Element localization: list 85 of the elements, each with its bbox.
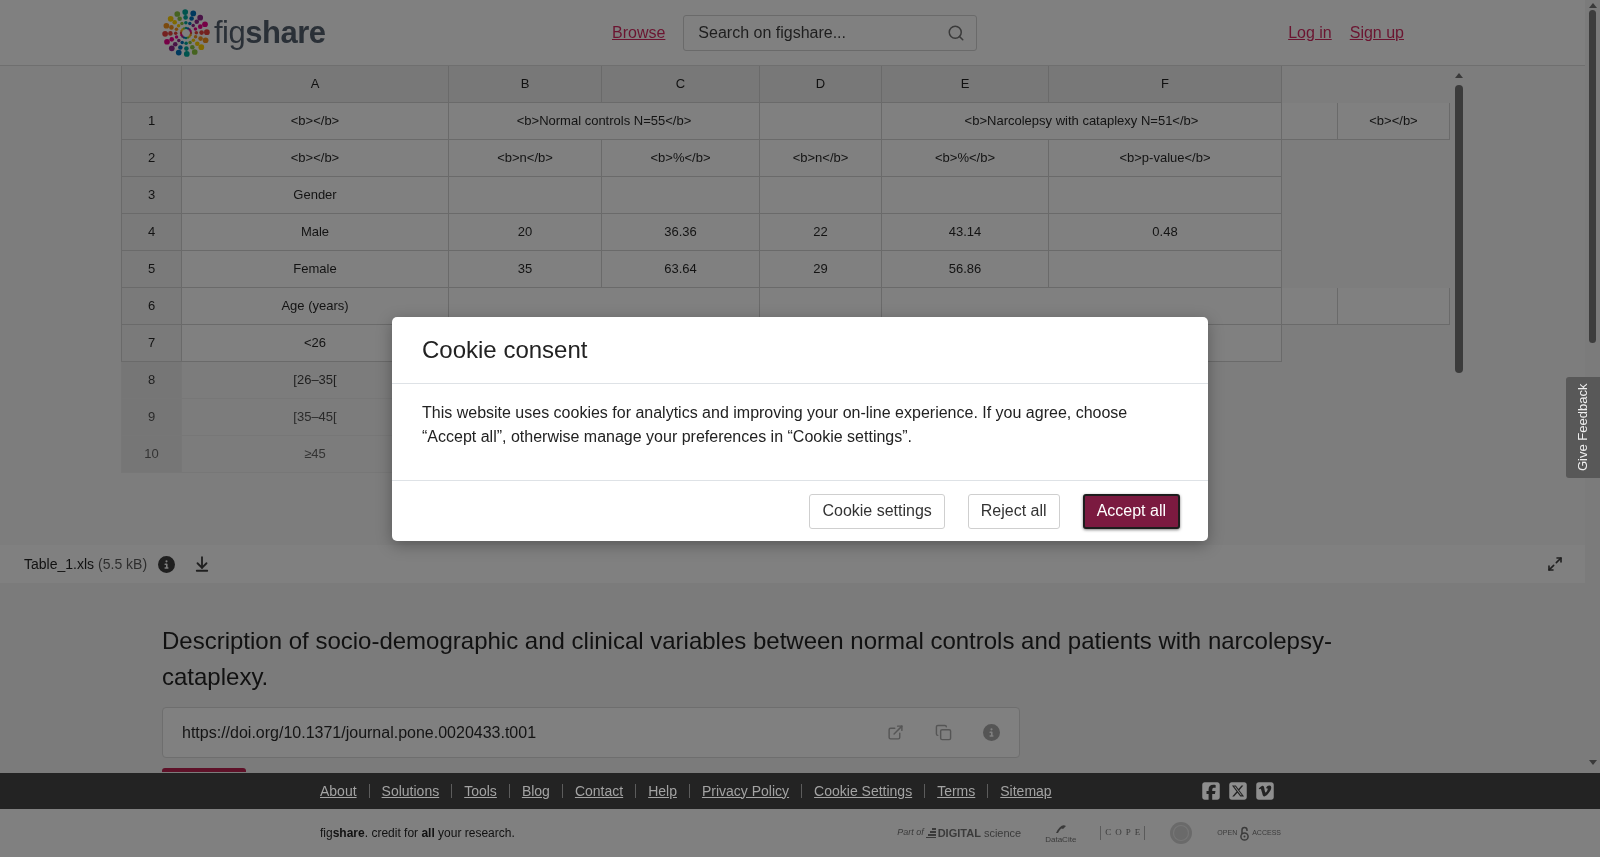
column-header[interactable]: F — [1049, 66, 1282, 103]
external-link-icon[interactable] — [887, 724, 904, 741]
info-icon[interactable] — [983, 724, 1000, 741]
doi-link[interactable]: https://doi.org/10.1371/journal.pone.0020433.t001 — [182, 720, 537, 745]
table-cell: 0.48 — [1049, 214, 1282, 251]
logo-text[interactable]: figshare — [214, 17, 326, 48]
copy-icon[interactable] — [935, 724, 952, 741]
footer-link[interactable]: Solutions — [381, 780, 440, 802]
table-cell: <b>Normal controls N=55</b> — [449, 103, 760, 140]
table-cell: <b></b> — [182, 140, 449, 177]
logo-icon[interactable] — [162, 8, 210, 57]
row-number[interactable]: 4 — [121, 214, 182, 251]
row-number[interactable]: 2 — [121, 140, 182, 177]
row-number[interactable]: 5 — [121, 251, 182, 288]
scrollbar-thumb[interactable] — [1589, 10, 1596, 343]
footer-link[interactable]: Privacy Policy — [701, 780, 790, 802]
column-header[interactable]: A — [182, 66, 449, 103]
table-cell: Female — [182, 251, 449, 288]
partner-logo-text[interactable]: DIGITAL science — [937, 824, 1022, 842]
row-number[interactable]: 1 — [121, 103, 182, 140]
table-cell: <b>n</b> — [449, 140, 602, 177]
dialog-button[interactable]: Reject all — [967, 493, 1060, 529]
table-cell: 35 — [449, 251, 602, 288]
column-header[interactable]: D — [760, 66, 882, 103]
footer-link[interactable]: Blog — [521, 780, 550, 802]
caret-up-icon[interactable] — [1455, 73, 1463, 78]
file-name: Table_1.xls — [24, 554, 95, 574]
footer-link[interactable]: About — [320, 780, 357, 802]
column-header[interactable]: B — [449, 66, 602, 103]
partner-logo-text[interactable]: COPE — [1100, 826, 1146, 840]
table-cell: 20 — [449, 214, 602, 251]
file-size: (5.5 kB) — [98, 554, 148, 574]
row-number[interactable]: 10 — [121, 436, 182, 473]
caret-up-icon[interactable] — [1588, 3, 1597, 8]
column-header[interactable]: C — [602, 66, 760, 103]
row-number[interactable]: 9 — [121, 399, 182, 436]
table-cell: <b>%</b> — [602, 140, 760, 177]
tagline: figshare. credit for all your research. — [320, 825, 515, 842]
partner-logo-text[interactable]: Part of — [897, 826, 924, 840]
partner-logo-text[interactable]: DataCite — [1045, 834, 1077, 844]
row-number[interactable]: 3 — [121, 177, 182, 214]
table-cell: 63.64 — [602, 251, 760, 288]
scrollbar-thumb[interactable] — [1455, 85, 1463, 373]
search-icon[interactable] — [947, 23, 966, 42]
item-title: Description of socio-demographic and clinical variables between normal controls and patients with narcolepsy-cataplexy. — [162, 626, 1333, 692]
feedback-tab[interactable]: Give Feedback — [1566, 377, 1600, 478]
table-cell: Male — [182, 214, 449, 251]
table-cell: <b>%</b> — [882, 140, 1049, 177]
footer-link[interactable]: Contact — [574, 780, 624, 802]
table-cell: <b></b> — [1338, 103, 1450, 140]
footer-link[interactable]: Cookie Settings — [814, 780, 913, 802]
footer-link[interactable]: Tools — [464, 780, 497, 802]
fullscreen-icon[interactable] — [1547, 556, 1563, 572]
table-cell: 29 — [760, 251, 882, 288]
table-cell: <b>n</b> — [760, 140, 882, 177]
facebook-icon[interactable] — [1201, 781, 1221, 801]
table-cell: 36.36 — [602, 214, 760, 251]
table-cell: 56.86 — [882, 251, 1049, 288]
caret-down-icon[interactable] — [1588, 760, 1597, 765]
accept-button[interactable]: Accept all — [1082, 493, 1180, 529]
stacked-bars-logo-icon[interactable] — [925, 828, 936, 838]
table-cell: <b>Narcolepsy with cataplexy N=51</b> — [882, 103, 1282, 140]
footer-link[interactable]: Sitemap — [1000, 780, 1052, 802]
table-cell: Gender — [182, 177, 449, 214]
table-cell: <b>p-value</b> — [1049, 140, 1282, 177]
auth-link[interactable]: Log in — [1288, 20, 1332, 45]
vimeo-icon[interactable] — [1255, 781, 1275, 801]
x-icon[interactable] — [1228, 781, 1248, 801]
dialog-button[interactable]: Cookie settings — [809, 493, 945, 529]
row-number[interactable]: 7 — [121, 325, 182, 362]
footer-link[interactable]: Help — [648, 780, 677, 802]
table-cell: 43.14 — [882, 214, 1049, 251]
open-padlock-icon[interactable] — [1239, 825, 1251, 841]
footer-link[interactable]: Terms — [937, 780, 976, 802]
browse-link[interactable]: Browse — [612, 20, 666, 45]
table-cell: <b></b> — [182, 103, 449, 140]
auth-link[interactable]: Sign up — [1349, 20, 1404, 45]
search-field[interactable]: Search on figshare... — [683, 14, 978, 51]
swoosh-logo-icon[interactable] — [1053, 822, 1068, 835]
row-number[interactable]: 8 — [121, 362, 182, 399]
column-header[interactable]: E — [882, 66, 1049, 103]
info-icon[interactable] — [158, 555, 176, 573]
table-cell: 22 — [760, 214, 882, 251]
row-number[interactable]: 6 — [121, 288, 182, 325]
table-cell: Age (years) — [182, 288, 449, 325]
